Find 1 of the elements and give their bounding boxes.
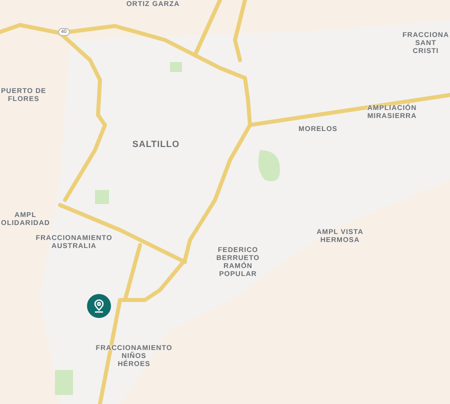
area-label: SALTILLO — [132, 139, 180, 149]
